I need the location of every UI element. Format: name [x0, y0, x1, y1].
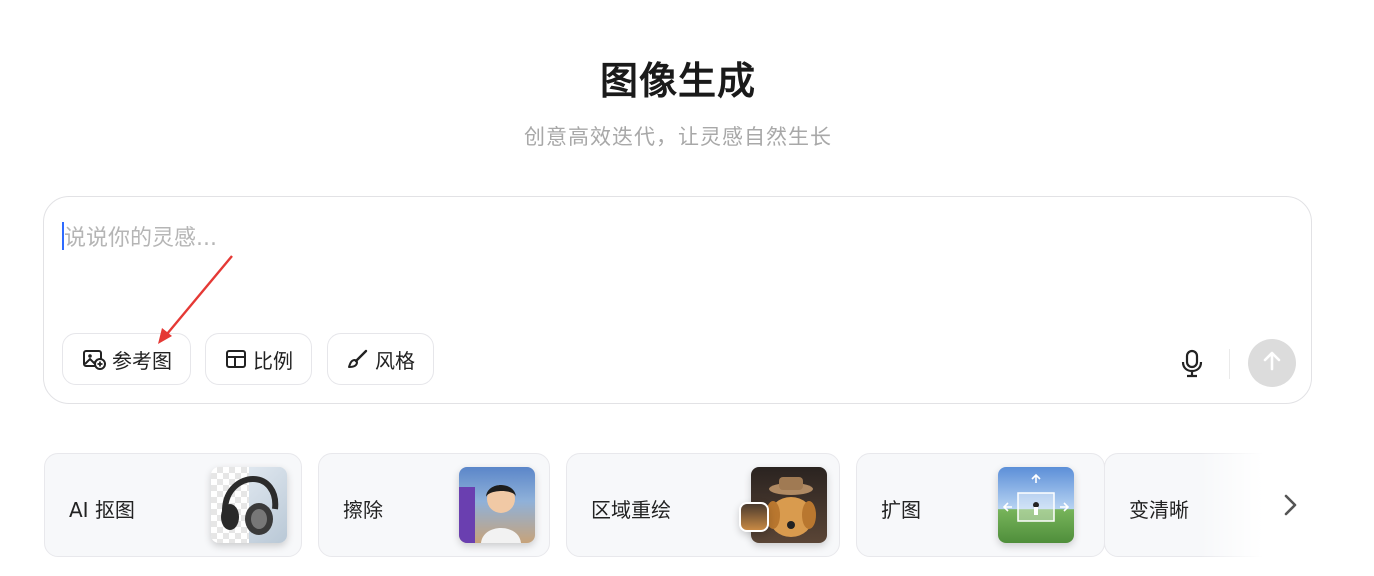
- portrait-thumbnail: [459, 467, 535, 543]
- feature-card-cutout[interactable]: AI 抠图: [44, 453, 302, 557]
- page-title: 图像生成: [599, 59, 756, 103]
- microphone-icon[interactable]: [1177, 348, 1207, 378]
- feature-card-label: 扩图: [881, 498, 921, 522]
- brush-icon: [347, 349, 369, 369]
- headphones-thumbnail: [211, 467, 287, 543]
- toolbar-divider: [1229, 349, 1230, 379]
- feature-card-label: 擦除: [343, 498, 383, 522]
- image-add-icon: [82, 348, 106, 370]
- prompt-input[interactable]: [62, 217, 1266, 259]
- send-arrow-up-icon: [1260, 349, 1284, 377]
- carousel-fade: [1200, 453, 1290, 557]
- feature-carousel: AI 抠图 擦除 区域重绘 扩图 变清晰: [44, 453, 1284, 557]
- feature-card-label: 变清晰: [1129, 498, 1189, 522]
- annotation-arrow: [150, 250, 240, 350]
- small-dog-thumbnail: [739, 502, 769, 532]
- send-button[interactable]: [1248, 339, 1296, 387]
- aspect-ratio-icon: [225, 349, 247, 369]
- feature-card-label: 区域重绘: [591, 498, 671, 522]
- page-subtitle: 创意高效迭代，让灵感自然生长: [524, 125, 832, 149]
- feature-card-label: AI 抠图: [69, 498, 135, 522]
- feature-card-expand[interactable]: 扩图: [856, 453, 1105, 557]
- style-label: 风格: [375, 348, 415, 373]
- style-button[interactable]: 风格: [327, 333, 434, 385]
- chevron-right-icon[interactable]: [1280, 490, 1302, 520]
- feature-card-erase[interactable]: 擦除: [318, 453, 550, 557]
- feature-card-inpaint[interactable]: 区域重绘: [566, 453, 840, 557]
- aspect-ratio-label: 比例: [253, 348, 293, 373]
- landscape-thumbnail: [998, 467, 1074, 543]
